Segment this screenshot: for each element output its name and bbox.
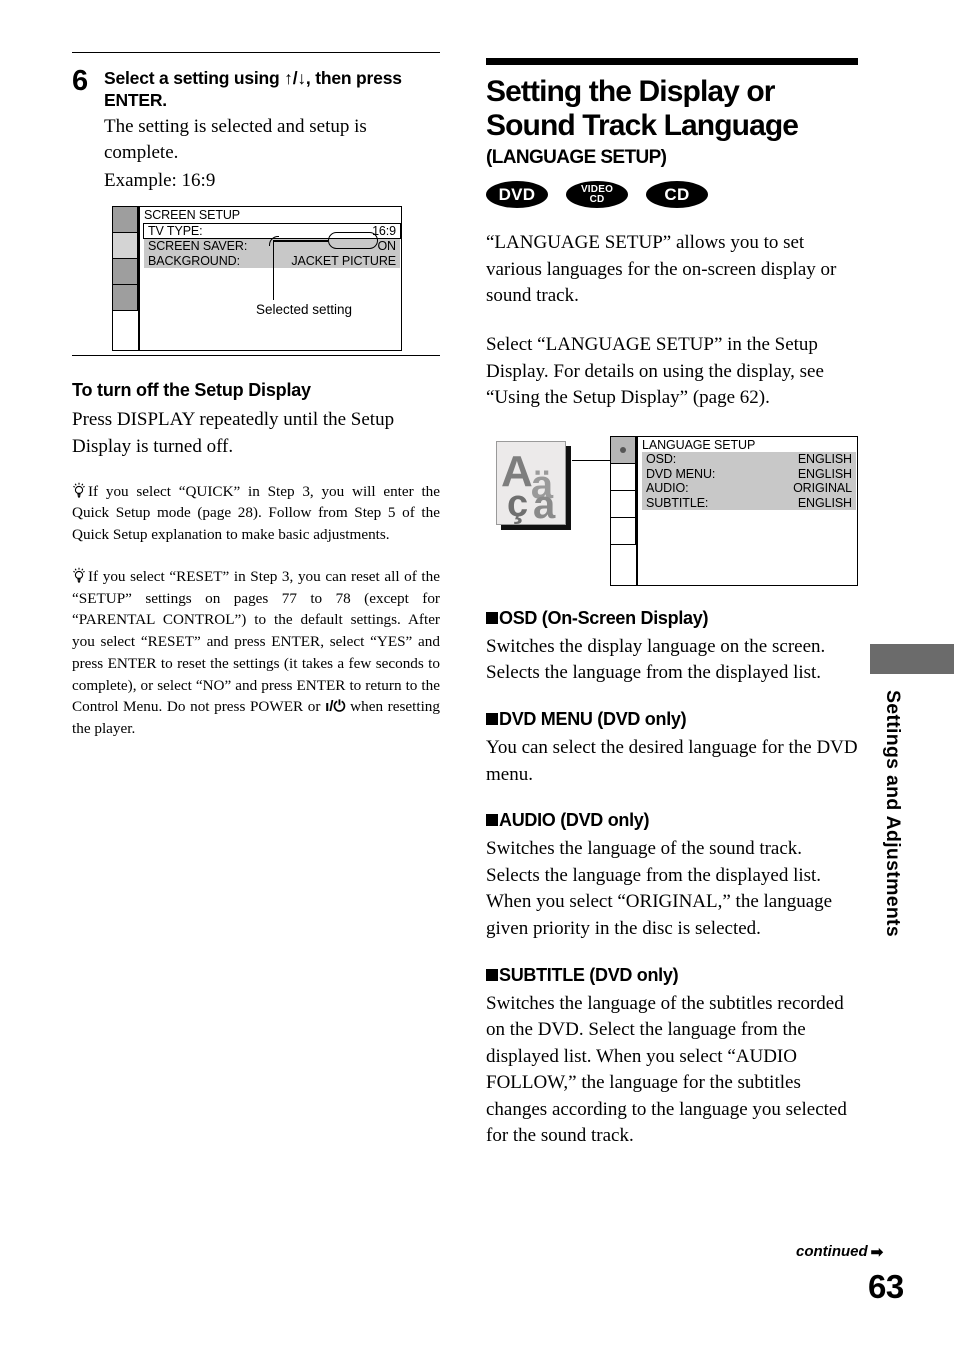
osd2-panel: LANGUAGE SETUP OSD: ENGLISH DVD MENU: EN… xyxy=(610,435,858,586)
step-heading: Select a setting using ↑/↓, then press E… xyxy=(104,68,402,111)
video-cd-badge: VIDEO CD xyxy=(566,181,628,209)
osd2-row: DVD MENU: ENGLISH xyxy=(642,466,856,482)
section-heading-osd-text: OSD (On-Screen Display) xyxy=(499,607,709,628)
osd-title: SCREEN SETUP xyxy=(144,208,241,223)
callout-leader-horizontal xyxy=(274,240,328,242)
osd2-content: LANGUAGE SETUP OSD: ENGLISH DVD MENU: EN… xyxy=(638,438,856,511)
osd-sidebar-cell-1 xyxy=(112,206,138,234)
manual-page: 6 Select a setting using ↑/↓, then press… xyxy=(0,0,954,1352)
osd2-row-list: OSD: ENGLISH DVD MENU: ENGLISH AUDIO: OR… xyxy=(642,452,856,511)
osd2-row-value: ENGLISH xyxy=(797,495,852,510)
square-bullet-icon xyxy=(486,712,498,725)
square-bullet-icon xyxy=(486,611,498,624)
selected-setting-highlight-circle xyxy=(328,232,378,250)
section-heading-subtitle-text: SUBTITLE (DVD only) xyxy=(499,964,679,985)
step-6-block: 6 Select a setting using ↑/↓, then press… xyxy=(72,53,440,357)
right-column: Setting the Display or Sound Track Langu… xyxy=(486,58,858,1150)
intro-paragraph-1: “LANGUAGE SETUP” allows you to set vario… xyxy=(486,232,837,307)
callout-leader-vertical xyxy=(273,240,275,301)
power-symbol-icon: ı/⏻ xyxy=(325,698,346,716)
square-bullet-icon xyxy=(486,814,498,827)
osd2-row-label: OSD: xyxy=(646,452,677,467)
osd2-sidebar-cell-4 xyxy=(610,516,636,545)
chapter-top-rule xyxy=(486,58,858,65)
tip-reset: If you select “RESET” in Step 3, you can… xyxy=(72,566,440,740)
osd-row-label: SCREEN SAVER: xyxy=(148,239,248,254)
osd2-sidebar-icons xyxy=(610,435,636,546)
square-bullet-icon xyxy=(486,968,498,981)
svg-text:ç: ç xyxy=(507,483,528,525)
section-body-dvd-menu: You can select the desired language for … xyxy=(486,736,858,785)
osd2-row-label: DVD MENU: xyxy=(646,466,716,481)
osd2-row-value: ENGLISH xyxy=(797,466,852,481)
osd2-row-label: SUBTITLE: xyxy=(646,495,709,510)
step-number: 6 xyxy=(72,65,88,97)
step-example-text: Example: 16:9 xyxy=(104,170,216,192)
osd2-sidebar-cell-2 xyxy=(610,462,636,491)
tip-quick-setup-text: If you select “QUICK” in Step 3, you wil… xyxy=(72,482,440,544)
osd-row-label: BACKGROUND: xyxy=(148,253,240,268)
page-number: 63 xyxy=(868,1268,904,1305)
svg-text:a: a xyxy=(533,483,556,525)
section-body-audio: Switches the language of the sound track… xyxy=(486,838,833,939)
osd-row-value: JACKET PICTURE xyxy=(291,253,396,268)
osd2-sidebar-cell-3 xyxy=(610,489,636,518)
section-body-osd: Switches the display language on the scr… xyxy=(486,635,826,684)
language-setup-osd-diagram: A ä ç a LANGUAGE SETUP OSD: ENGLISH DVD … xyxy=(486,435,858,586)
osd-sidebar-icons xyxy=(112,206,138,334)
section-heading-dvd-menu: DVD MENU (DVD only) xyxy=(486,709,858,730)
video-cd-badge-line2: CD xyxy=(589,193,605,205)
osd-row: BACKGROUND: JACKET PICTURE xyxy=(144,253,400,269)
screen-setup-osd-diagram: SCREEN SETUP TV TYPE: 16:9 SCREEN SAVER:… xyxy=(112,206,402,352)
language-characters-icon: A ä ç a xyxy=(496,440,566,525)
intro-paragraph-2: Select “LANGUAGE SETUP” in the Setup Dis… xyxy=(486,333,824,409)
section-heading-audio-text: AUDIO (DVD only) xyxy=(499,810,650,831)
cd-badge: CD xyxy=(646,181,708,209)
osd-sidebar-cell-4 xyxy=(112,284,138,312)
section-heading-subtitle: SUBTITLE (DVD only) xyxy=(486,965,858,986)
turn-off-body: Press DISPLAY repeatedly until the Setup… xyxy=(72,409,395,458)
osd2-row: OSD: ENGLISH xyxy=(642,452,856,467)
section-heading-dvd-menu-text: DVD MENU (DVD only) xyxy=(499,708,687,729)
lightbulb-icon xyxy=(72,567,86,584)
osd2-row: AUDIO: ORIGINAL xyxy=(642,481,856,496)
continued-label: continued ➡ xyxy=(796,1243,883,1261)
left-column: 6 Select a setting using ↑/↓, then press… xyxy=(72,52,440,740)
callout-label: Selected setting xyxy=(256,302,353,318)
dvd-badge: DVD xyxy=(486,181,548,209)
osd2-row-label: AUDIO: xyxy=(646,481,689,496)
disc-type-badges: DVD VIDEO CD CD xyxy=(486,181,858,209)
osd-sidebar-cell-2-selected xyxy=(112,232,138,260)
tip-reset-text-part1: If you select “RESET” in Step 3, you can… xyxy=(72,567,440,716)
osd-sidebar-cell-3 xyxy=(112,258,138,286)
section-heading-audio: AUDIO (DVD only) xyxy=(486,810,858,831)
osd-row-value: ON xyxy=(377,239,396,254)
osd-row-label: TV TYPE: xyxy=(148,223,203,238)
page-title: Setting the Display or Sound Track Langu… xyxy=(486,75,799,142)
osd2-sidebar-cell-1-selected xyxy=(610,435,636,464)
osd2-title: LANGUAGE SETUP xyxy=(642,437,756,452)
continued-text: continued xyxy=(796,1243,868,1260)
osd2-sidebar-dot-icon xyxy=(620,446,626,453)
turn-off-heading: To turn off the Setup Display xyxy=(72,380,311,401)
step-block-bottom-rule xyxy=(72,355,440,357)
side-tab-marker xyxy=(870,644,954,674)
section-heading-osd: OSD (On-Screen Display) xyxy=(486,608,858,629)
tip-quick-setup: If you select “QUICK” in Step 3, you wil… xyxy=(72,481,440,546)
section-body-subtitle: Switches the language of the subtitles r… xyxy=(486,992,847,1147)
side-tab-label: Settings and Adjustments xyxy=(882,690,904,937)
step-body-text: The setting is selected and setup is com… xyxy=(104,115,367,163)
lightbulb-icon xyxy=(72,482,86,499)
osd2-row-value: ORIGINAL xyxy=(793,481,852,496)
osd2-row-value: ENGLISH xyxy=(797,452,852,467)
arrow-right-icon: ➡ xyxy=(870,1244,884,1261)
osd2-row: SUBTITLE: ENGLISH xyxy=(642,495,856,511)
page-subtitle: (LANGUAGE SETUP) xyxy=(486,147,667,169)
